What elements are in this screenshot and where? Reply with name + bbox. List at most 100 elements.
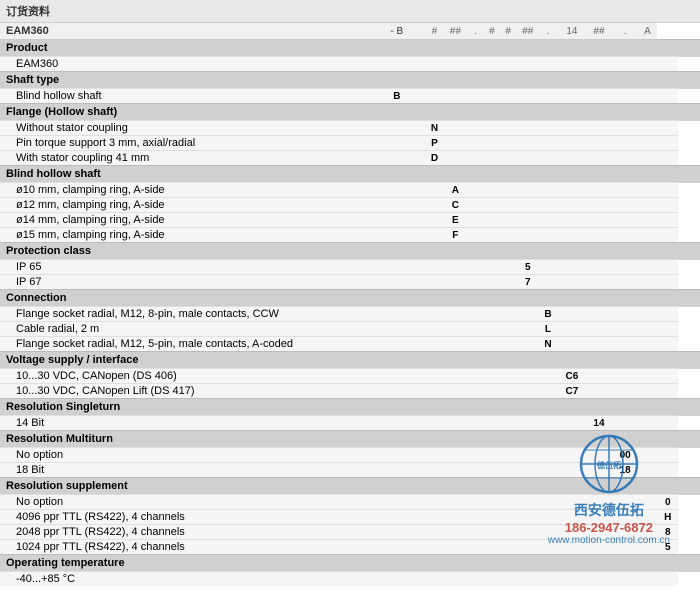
code-cell-12: [657, 121, 678, 136]
code-cell-5: [498, 463, 518, 478]
code-cell-8: [558, 448, 585, 463]
table-row: Resolution Singleturn: [0, 399, 700, 416]
code-cell-1: [424, 495, 445, 510]
code-cell-9: [585, 510, 612, 525]
code-cell-2: [445, 540, 466, 555]
code-cell-11: [638, 384, 658, 399]
code-cell-12: [657, 448, 678, 463]
code-cell-2: [445, 463, 466, 478]
code-cell-3: [466, 136, 486, 151]
code-cell-4: [485, 495, 498, 510]
code-cell-1: [424, 275, 445, 290]
code-cell-6: [518, 57, 538, 72]
item-label: 1024 ppr TTL (RS422), 4 channels: [0, 540, 370, 555]
item-label: Pin torque support 3 mm, axial/radial: [0, 136, 370, 151]
header-14: 14: [558, 23, 585, 40]
code-cell-4: [485, 448, 498, 463]
code-cell-11: [638, 57, 658, 72]
code-cell-5: [498, 572, 518, 587]
code-cell-12: [657, 384, 678, 399]
code-cell-4: [485, 572, 498, 587]
code-cell-5: [498, 448, 518, 463]
code-cell-4: [485, 525, 498, 540]
code-cell-3: [466, 260, 486, 275]
code-cell-7: [538, 525, 559, 540]
code-cell-6: [518, 416, 538, 431]
code-cell-10: [613, 260, 638, 275]
code-cell-5: [498, 275, 518, 290]
header-hash3: #: [485, 23, 498, 40]
table-row: Without stator couplingN: [0, 121, 700, 136]
code-cell-0: [370, 260, 424, 275]
code-cell-1: [424, 57, 445, 72]
section-label: Connection: [0, 290, 700, 307]
code-cell-2: [445, 260, 466, 275]
code-cell-3: [466, 275, 486, 290]
code-cell-11: [638, 260, 658, 275]
code-cell-11: [638, 337, 658, 352]
code-cell-7: [538, 89, 559, 104]
code-cell-11: [638, 448, 658, 463]
code-cell-2: [445, 384, 466, 399]
code-cell-1: [424, 322, 445, 337]
code-cell-1: [424, 213, 445, 228]
code-cell-11: [638, 540, 658, 555]
code-cell-12: [657, 337, 678, 352]
code-cell-12: [657, 57, 678, 72]
code-cell-8: [558, 463, 585, 478]
code-cell-0: [370, 121, 424, 136]
code-cell-0: [370, 322, 424, 337]
code-cell-7: [538, 57, 559, 72]
section-label: Resolution supplement: [0, 478, 700, 495]
code-cell-5: [498, 416, 518, 431]
table-row: Flange socket radial, M12, 5-pin, male c…: [0, 337, 700, 352]
code-cell-5: [498, 151, 518, 166]
code-cell-1: P: [424, 136, 445, 151]
code-cell-6: [518, 228, 538, 243]
header-dot1: .: [466, 23, 486, 40]
code-cell-8: [558, 151, 585, 166]
code-cell-8: [558, 540, 585, 555]
header-hash4: #: [498, 23, 518, 40]
code-cell-8: [558, 198, 585, 213]
code-cell-8: [558, 572, 585, 587]
code-cell-12: 0: [657, 495, 678, 510]
table-row: Operating temperature: [0, 555, 700, 572]
code-cell-11: [638, 136, 658, 151]
code-cell-9: [585, 260, 612, 275]
table-row: 4096 ppr TTL (RS422), 4 channelsH: [0, 510, 700, 525]
code-cell-0: [370, 416, 424, 431]
code-cell-9: [585, 57, 612, 72]
code-cell-6: [518, 510, 538, 525]
code-cell-2: [445, 337, 466, 352]
code-cell-5: [498, 121, 518, 136]
code-cell-9: [585, 572, 612, 587]
code-cell-7: [538, 510, 559, 525]
code-cell-1: [424, 463, 445, 478]
code-cell-0: B: [370, 89, 424, 104]
code-cell-10: [613, 57, 638, 72]
table-row: 2048 ppr TTL (RS422), 4 channels8: [0, 525, 700, 540]
header-hash6: ##: [585, 23, 612, 40]
code-cell-3: [466, 495, 486, 510]
code-cell-2: [445, 510, 466, 525]
section-label: Voltage supply / interface: [0, 352, 700, 369]
code-cell-9: [585, 89, 612, 104]
code-cell-8: [558, 183, 585, 198]
code-cell-9: [585, 369, 612, 384]
header-model: EAM360: [0, 23, 370, 40]
code-cell-7: [538, 384, 559, 399]
code-cell-3: [466, 384, 486, 399]
code-cell-3: [466, 89, 486, 104]
code-cell-12: [657, 183, 678, 198]
code-cell-0: [370, 540, 424, 555]
code-cell-12: [657, 198, 678, 213]
code-cell-5: [498, 540, 518, 555]
code-cell-10: [613, 307, 638, 322]
code-cell-2: E: [445, 213, 466, 228]
code-cell-4: [485, 151, 498, 166]
code-cell-9: [585, 463, 612, 478]
code-cell-5: [498, 136, 518, 151]
table-row: Shaft type: [0, 72, 700, 89]
code-cell-11: [638, 228, 658, 243]
